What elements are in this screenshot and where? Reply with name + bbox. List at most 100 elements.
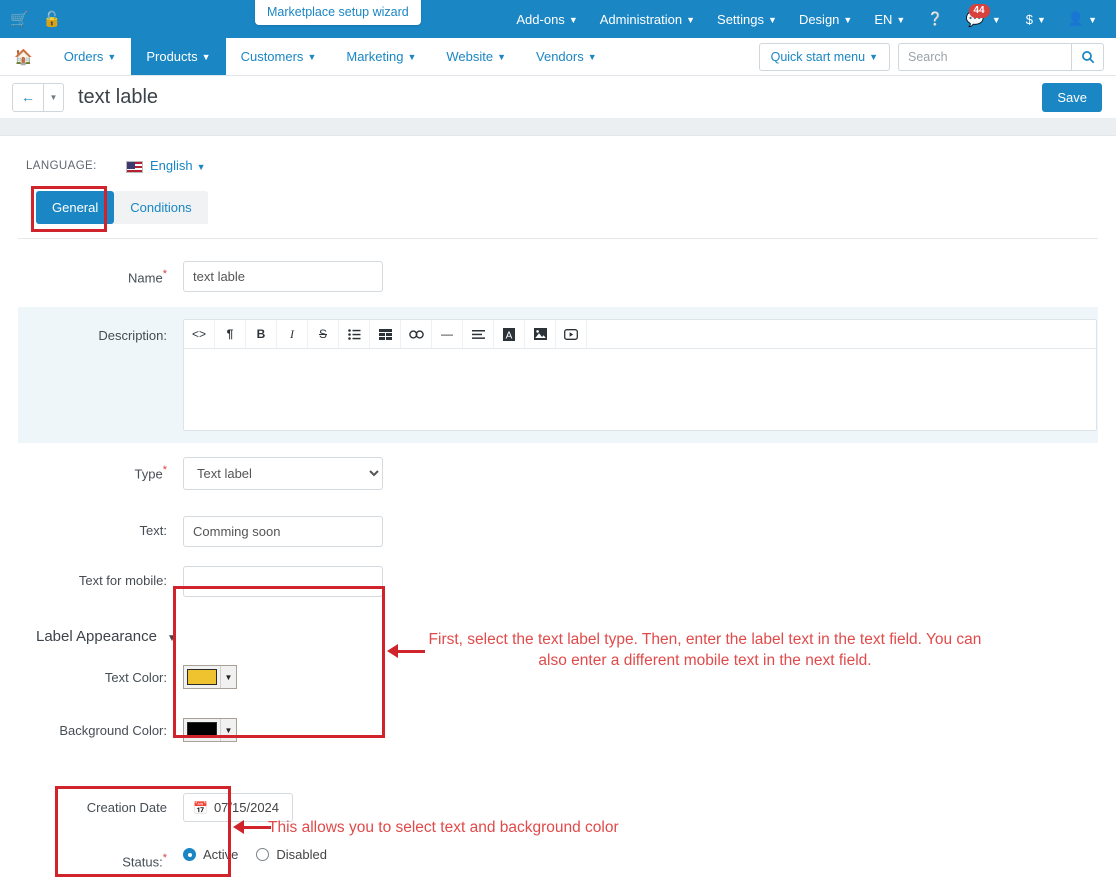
- nav-item-orders[interactable]: Orders ▼: [49, 38, 132, 75]
- description-label: Description:: [98, 328, 167, 343]
- language-selector[interactable]: English ▼: [126, 158, 206, 173]
- nav-item-customers-label: Customers: [240, 49, 304, 64]
- align-icon[interactable]: [463, 320, 494, 348]
- unordered-list-icon[interactable]: [339, 320, 370, 348]
- nav-item-vendors[interactable]: Vendors ▼: [521, 38, 612, 75]
- notification-badge: 44: [968, 3, 990, 18]
- search-icon[interactable]: [1071, 42, 1104, 71]
- status-radio-disabled[interactable]: Disabled: [256, 847, 327, 862]
- top-bar-menus: Add-ons ▼ Administration ▼ Settings ▼ Desig…: [505, 3, 1116, 33]
- creation-date-value: 07/15/2024: [213, 800, 280, 815]
- nav-item-website[interactable]: Website ▼: [431, 38, 521, 75]
- top-bar: 🛒 🔓 Marketplace setup wizard Add-ons ▼ Ad…: [0, 0, 1116, 38]
- home-icon[interactable]: 🏠: [0, 38, 49, 75]
- italic-icon[interactable]: I: [277, 320, 308, 348]
- name-label: Name*: [128, 268, 167, 286]
- bold-icon[interactable]: B: [246, 320, 277, 348]
- text-mobile-input[interactable]: [183, 566, 383, 597]
- type-control: Text label: [183, 457, 383, 490]
- name-input[interactable]: [183, 261, 383, 292]
- chevron-down-icon: ▼: [768, 15, 777, 26]
- menu-design-label: Design: [798, 11, 840, 27]
- us-flag-icon: [126, 160, 143, 173]
- field-row-background-color: Background Color: ▼: [18, 700, 1098, 753]
- video-icon[interactable]: [556, 320, 587, 348]
- cart-icon[interactable]: 🛒: [10, 12, 29, 27]
- general-form: Name* Description: <> ¶ B I S: [18, 239, 1098, 606]
- chevron-down-icon: ▼: [407, 51, 417, 62]
- search-input[interactable]: [898, 42, 1071, 71]
- tab-general[interactable]: General: [36, 191, 115, 224]
- menu-settings-label: Settings: [717, 11, 765, 27]
- user-menu[interactable]: 👤 ▼: [1057, 5, 1108, 33]
- label-appearance-title: Label Appearance: [36, 628, 157, 645]
- text-input[interactable]: [183, 516, 383, 547]
- nav-item-orders-label: Orders: [63, 49, 104, 64]
- language-value: English: [150, 158, 193, 173]
- type-select[interactable]: Text label: [183, 457, 383, 490]
- background-color-picker[interactable]: ▼: [183, 718, 237, 742]
- currency-menu[interactable]: $ ▼: [1015, 6, 1057, 33]
- status-radio-group: Active Disabled: [183, 845, 327, 862]
- colors-annotation-arrow: [233, 820, 271, 834]
- code-icon[interactable]: <>: [184, 320, 215, 348]
- background-color-swatch: [187, 722, 217, 738]
- unlock-icon[interactable]: 🔓: [43, 12, 62, 27]
- svg-text:A: A: [506, 330, 513, 341]
- text-color-icon[interactable]: A: [494, 320, 525, 348]
- language-row: LANGUAGE: English ▼: [18, 136, 1098, 173]
- menu-add-ons[interactable]: Add-ons ▼: [505, 6, 588, 33]
- currency-label: $: [1025, 11, 1033, 27]
- strikethrough-icon[interactable]: S: [308, 320, 339, 348]
- quick-start-menu-button[interactable]: Quick start menu ▼: [758, 42, 890, 71]
- text-control: [183, 516, 383, 547]
- tab-conditions[interactable]: Conditions: [114, 191, 208, 224]
- page-content: LANGUAGE: English ▼ General Conditions Na…: [0, 136, 1116, 878]
- chevron-down-icon: ▼: [1036, 15, 1046, 26]
- menu-design[interactable]: Design ▼: [788, 6, 863, 33]
- nav-item-products[interactable]: Products ▼: [131, 38, 226, 75]
- save-button[interactable]: Save: [1042, 82, 1102, 112]
- description-textarea[interactable]: [184, 349, 1096, 430]
- nav-item-marketing[interactable]: Marketing ▼: [331, 38, 431, 75]
- type-label: Type*: [134, 464, 167, 482]
- chevron-down-icon: ▼: [201, 51, 211, 62]
- menu-language[interactable]: EN ▼: [863, 6, 916, 33]
- paragraph-icon[interactable]: ¶: [215, 320, 246, 348]
- table-icon[interactable]: [370, 320, 401, 348]
- tab-bar: General Conditions: [31, 186, 1098, 232]
- menu-settings[interactable]: Settings ▼: [706, 6, 788, 33]
- notifications-button[interactable]: 💬 44 ▼: [955, 3, 1015, 33]
- help-icon[interactable]: ❔: [916, 5, 954, 33]
- name-control: [183, 261, 383, 292]
- menu-administration[interactable]: Administration ▼: [589, 6, 706, 33]
- menu-administration-label: Administration: [599, 11, 683, 27]
- editor-toolbar: <> ¶ B I S — A: [184, 320, 1096, 349]
- section-divider-band: [0, 119, 1116, 136]
- back-button-group: ← ▼: [12, 82, 64, 112]
- chevron-down-icon: ▼: [196, 161, 206, 172]
- radio-disabled-indicator: [256, 848, 270, 861]
- chevron-down-icon: ▼: [869, 52, 878, 63]
- chevron-down-icon: ▼: [166, 633, 177, 644]
- status-label: Status:*: [122, 852, 167, 870]
- background-color-label: Background Color:: [59, 722, 167, 738]
- image-icon[interactable]: [525, 320, 556, 348]
- chevron-down-icon: ▼: [1088, 14, 1097, 25]
- chevron-down-icon: ▼: [107, 51, 117, 62]
- chevron-down-icon: ▼: [896, 15, 906, 26]
- chevron-down-icon: ▼: [991, 15, 1001, 26]
- chevron-down-icon: ▼: [220, 666, 236, 688]
- status-radio-active[interactable]: Active: [183, 847, 238, 862]
- link-icon[interactable]: [401, 320, 432, 348]
- horizontal-rule-icon[interactable]: —: [432, 320, 463, 348]
- back-button[interactable]: ←: [12, 82, 44, 112]
- text-mobile-label: Text for mobile:: [78, 573, 167, 588]
- chevron-down-icon: ▼: [307, 51, 317, 62]
- marketplace-setup-wizard-tooltip[interactable]: Marketplace setup wizard: [255, 0, 421, 25]
- top-bar-left-icons: 🛒 🔓: [0, 12, 61, 27]
- required-marker: *: [162, 268, 167, 280]
- text-color-picker[interactable]: ▼: [183, 665, 237, 689]
- nav-item-customers[interactable]: Customers ▼: [226, 38, 332, 75]
- back-dropdown-button[interactable]: ▼: [44, 82, 64, 112]
